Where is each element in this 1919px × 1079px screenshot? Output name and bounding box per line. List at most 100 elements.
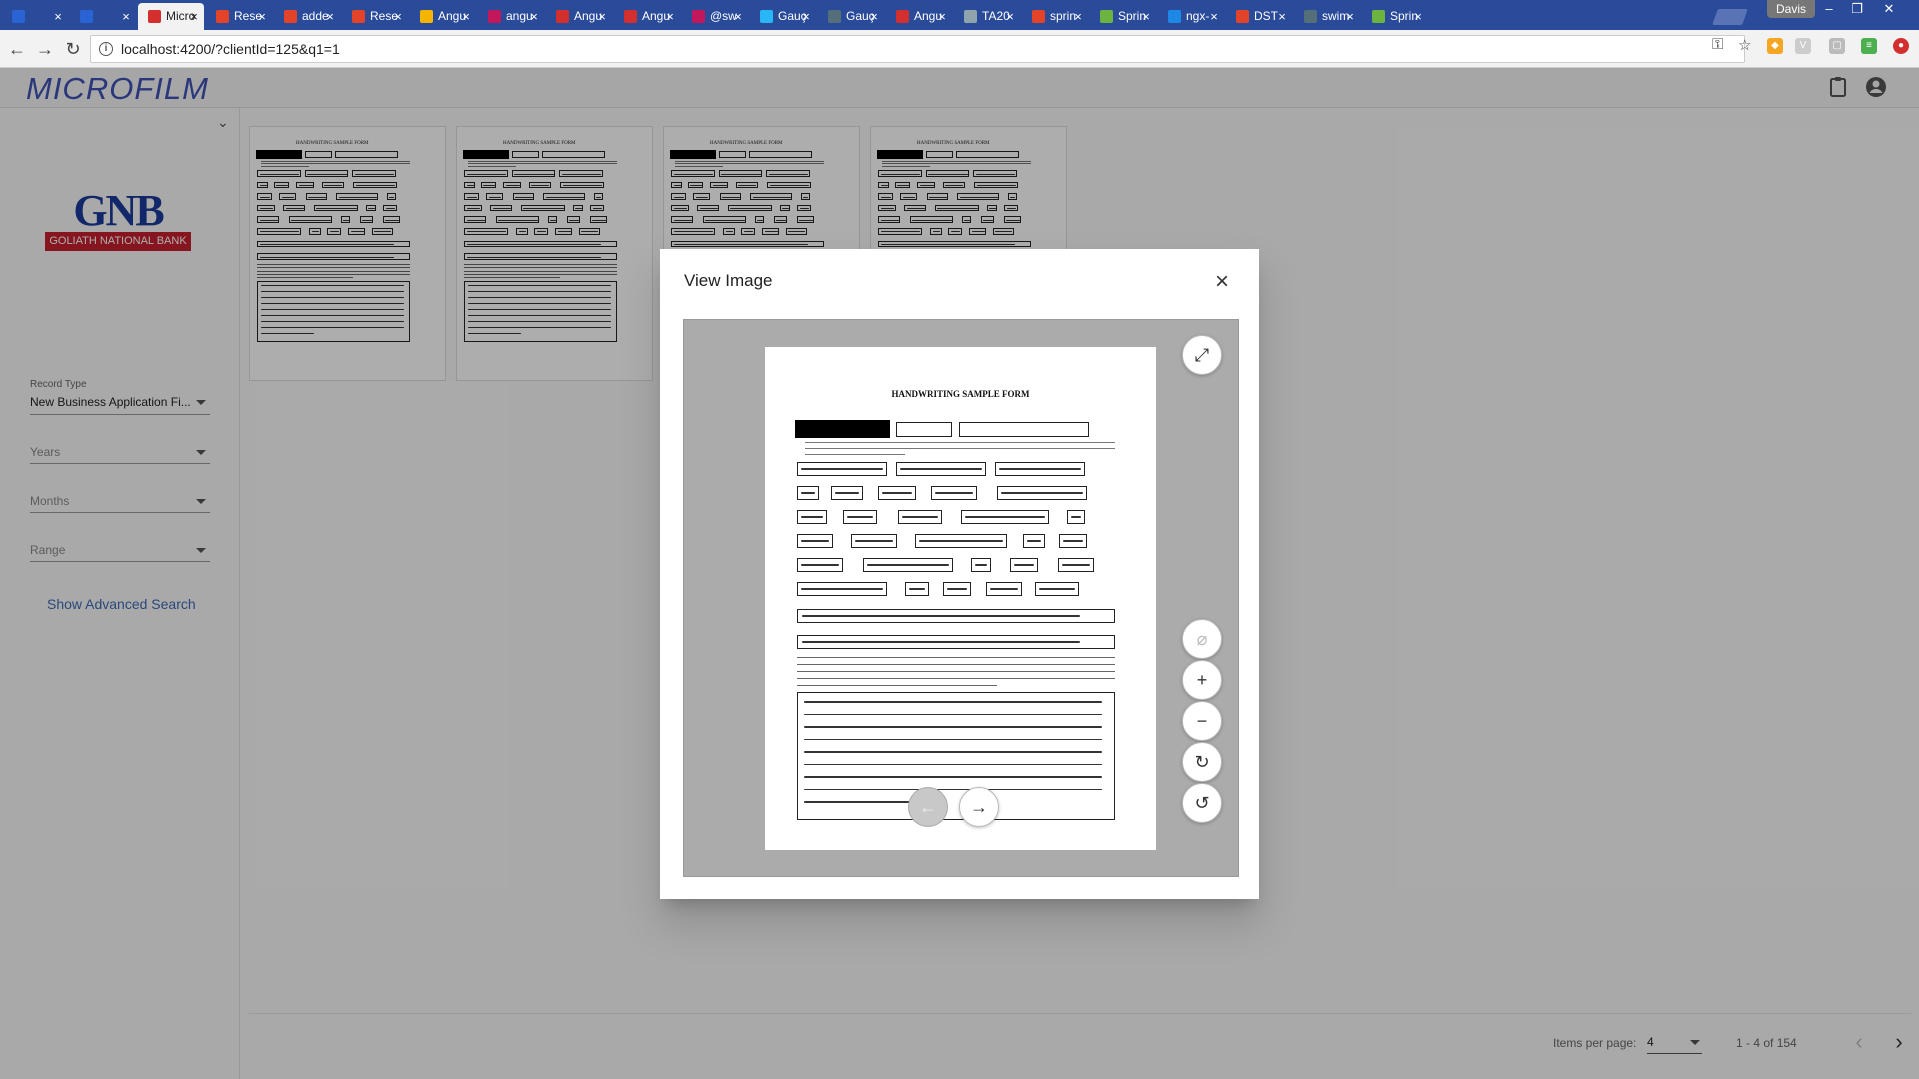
printed-text-line [805,448,1115,449]
tab-close-icon[interactable]: × [868,3,880,30]
form-box [831,486,863,500]
tab-close-icon[interactable]: × [800,3,812,30]
url-text[interactable]: localhost:4200/?clientId=125&q1=1 [121,36,340,62]
tab-favicon-icon [1032,10,1045,23]
handwriting-stroke [835,492,859,494]
browser-tab[interactable]: swim × [1294,3,1360,30]
tab-close-icon[interactable]: × [460,3,472,30]
tab-close-icon[interactable]: × [1004,3,1016,30]
form-box [843,510,877,524]
browser-tab[interactable]: Gauç × [750,3,816,30]
redaction-block [795,420,890,438]
handwriting-stroke [1014,564,1034,566]
bookmark-star-icon[interactable]: ☆ [1738,36,1751,54]
new-tab-button[interactable] [1712,9,1748,25]
tab-favicon-icon [964,10,977,23]
extension-icon[interactable]: ▢ [1829,38,1845,54]
tab-close-icon[interactable]: × [1072,3,1084,30]
tab-close-icon[interactable]: × [324,3,336,30]
browser-tab[interactable]: Sprin × [1090,3,1156,30]
tab-favicon-icon [80,10,93,23]
reload-icon[interactable]: ↻ [60,36,86,62]
handwriting-stroke [919,540,1003,542]
tab-close-icon[interactable]: × [596,3,608,30]
maximize-icon[interactable]: ❐ [1843,0,1871,18]
browser-tab[interactable]: Angu × [614,3,680,30]
rotate-counterclockwise-icon[interactable]: ↺ [1182,783,1222,823]
browser-tab[interactable]: Angu × [546,3,612,30]
handwriting-stroke [1071,516,1081,518]
handwriting-stroke [990,588,1018,590]
browser-tab[interactable]: Sprin × [1362,3,1428,30]
tab-favicon-icon [420,10,433,23]
tab-close-icon[interactable]: × [664,3,676,30]
form-box [863,558,953,572]
browser-tab[interactable]: Rese × [342,3,408,30]
handwriting-stroke [1039,588,1075,590]
extension-icon[interactable]: ≡ [1861,38,1877,54]
browser-tab[interactable]: Rese × [206,3,272,30]
handwriting-stroke [802,615,1080,617]
tab-close-icon[interactable]: × [188,3,200,30]
form-box [797,510,827,524]
form-box [931,486,977,500]
browser-tab[interactable]: @sw × [682,3,748,30]
previous-image-icon[interactable]: ← [908,787,948,827]
tab-close-icon[interactable]: × [1276,3,1288,30]
form-box [915,534,1007,548]
tab-close-icon[interactable]: × [52,3,64,30]
handwriting-stroke [801,564,839,566]
extension-icon[interactable]: ◆ [1767,38,1783,54]
tab-close-icon[interactable]: × [256,3,268,30]
attachment-icon[interactable]: ⌀ [1182,619,1222,659]
minimize-icon[interactable]: – [1815,0,1843,18]
browser-tab[interactable]: DST × [1226,3,1292,30]
tab-close-icon[interactable]: × [1412,3,1424,30]
tab-close-icon[interactable]: × [1140,3,1152,30]
key-icon[interactable]: ⚿ [1712,36,1723,53]
window-close-icon[interactable]: ✕ [1875,0,1903,18]
info-icon[interactable]: i [99,42,113,56]
handwriting-stroke [1063,540,1083,542]
zoom-in-icon[interactable]: + [1182,660,1222,700]
tab-favicon-icon [760,10,773,23]
browser-tab[interactable]: angu × [478,3,544,30]
browser-tab[interactable]: Angu × [410,3,476,30]
tab-close-icon[interactable]: × [392,3,404,30]
address-bar[interactable]: i localhost:4200/?clientId=125&q1=1 [90,35,1745,63]
browser-tab[interactable]: × [2,3,68,30]
tab-close-icon[interactable]: × [732,3,744,30]
browser-tab[interactable]: × [70,3,136,30]
back-icon[interactable]: ← [4,36,30,62]
form-box [797,486,819,500]
forward-icon[interactable]: → [32,36,58,62]
tab-close-icon[interactable]: × [1344,3,1356,30]
browser-tab[interactable]: Angu × [886,3,952,30]
handwriting-form-image[interactable]: HANDWRITING SAMPLE FORM [765,347,1156,850]
browser-user-badge[interactable]: Davis [1767,0,1815,18]
tab-close-icon[interactable]: × [1208,3,1220,30]
tab-close-icon[interactable]: × [120,3,132,30]
form-title: HANDWRITING SAMPLE FORM [891,389,1030,399]
extension-icon[interactable]: V [1795,38,1811,54]
handwriting-stroke [909,588,925,590]
printed-text-line [797,678,1115,679]
browser-tab[interactable]: Micro × [138,3,204,30]
browser-tab[interactable]: sprin × [1022,3,1088,30]
extension-icon[interactable]: ● [1893,38,1909,54]
tab-close-icon[interactable]: × [936,3,948,30]
browser-tab[interactable]: ngx- × [1158,3,1224,30]
browser-tab[interactable]: adde × [274,3,340,30]
printed-text-line [805,454,905,455]
tab-favicon-icon [896,10,909,23]
tab-favicon-icon [1236,10,1249,23]
browser-tab[interactable]: TA20 × [954,3,1020,30]
browser-tab[interactable]: Gauç × [818,3,884,30]
handwriting-stroke [801,468,883,470]
fullscreen-icon[interactable]: ⤢ [1182,335,1222,375]
zoom-out-icon[interactable]: − [1182,701,1222,741]
next-image-icon[interactable]: → [959,787,999,827]
rotate-clockwise-icon[interactable]: ↻ [1182,742,1222,782]
tab-close-icon[interactable]: × [528,3,540,30]
close-icon[interactable]: × [1209,269,1235,295]
